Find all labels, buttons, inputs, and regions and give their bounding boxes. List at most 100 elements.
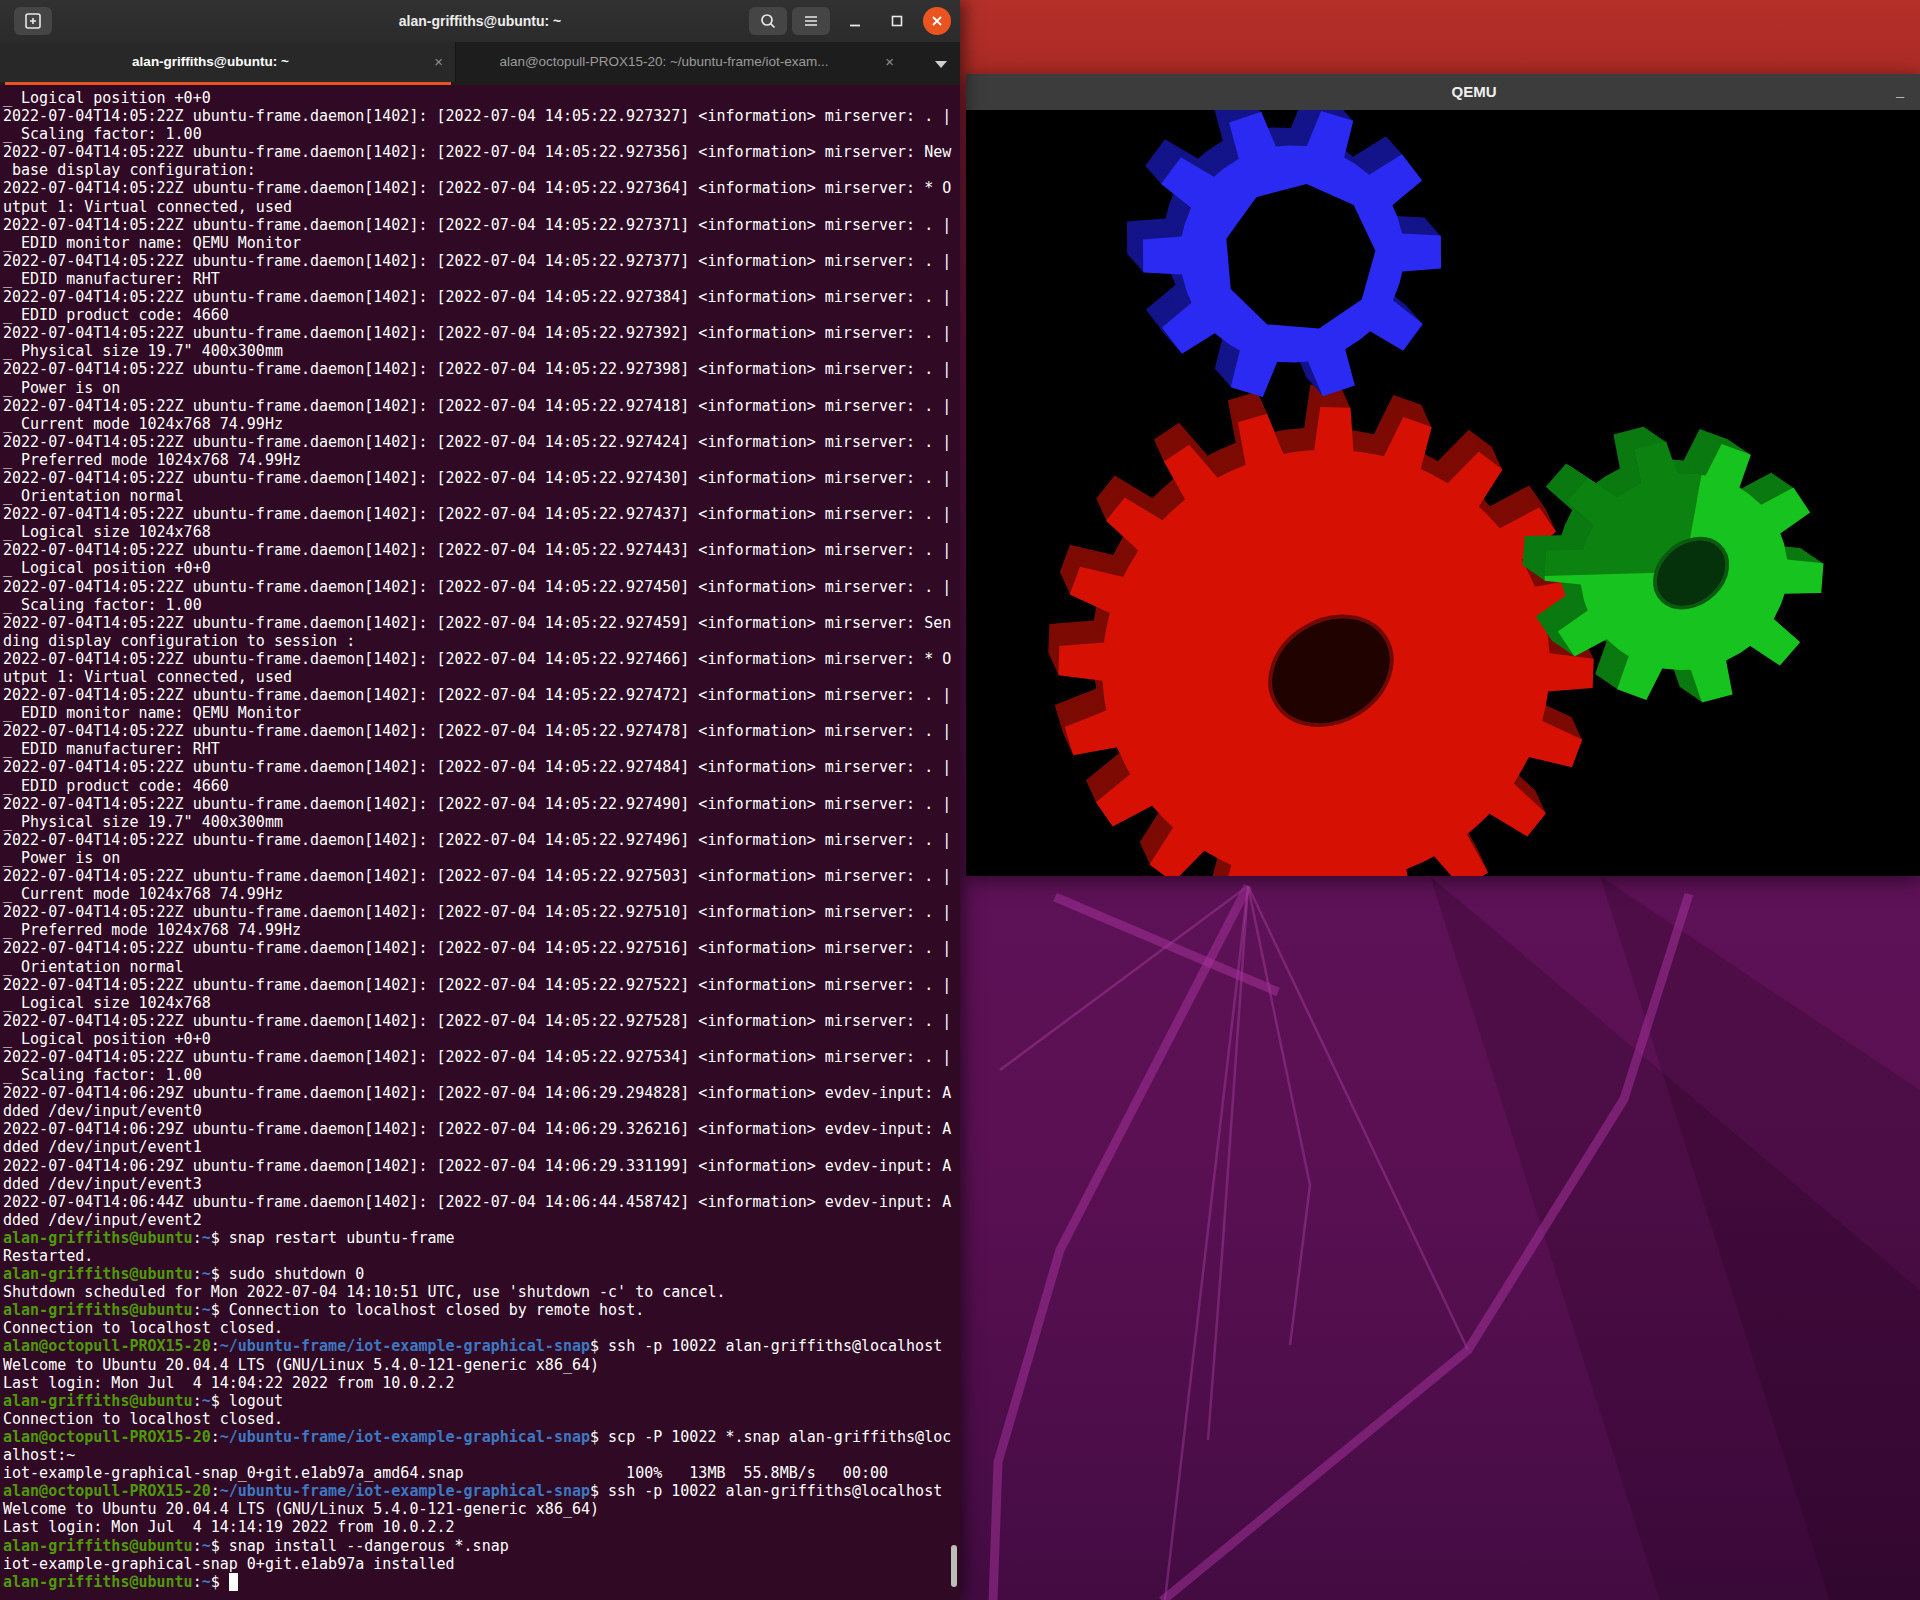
terminal-line: 2022-07-04T14:05:22Z ubuntu-frame.daemon…: [3, 650, 960, 668]
terminal-line: Shutdown scheduled for Mon 2022-07-04 14…: [3, 1283, 960, 1301]
qemu-display[interactable]: [966, 110, 1920, 876]
terminal-line: Last login: Mon Jul 4 14:04:22 2022 from…: [3, 1374, 960, 1392]
terminal-line: _ Current mode 1024x768 74.99Hz: [3, 415, 960, 433]
gear-red: [1016, 351, 1626, 876]
terminal-line: _ Logical position +0+0: [3, 1030, 960, 1048]
terminal-line: _ EDID monitor name: QEMU Monitor: [3, 704, 960, 722]
terminal-line: 2022-07-04T14:05:22Z ubuntu-frame.daemon…: [3, 179, 960, 197]
terminal-line: alan-griffiths@ubuntu:~$ logout: [3, 1392, 960, 1410]
terminal-line: base display configuration:: [3, 161, 960, 179]
terminal-line: 2022-07-04T14:06:29Z ubuntu-frame.daemon…: [3, 1157, 960, 1175]
tab-terminal-remote[interactable]: alan@octopull-PROX15-20: ~/ubuntu-frame/…: [455, 42, 906, 82]
terminal-line: _ Scaling factor: 1.00: [3, 125, 960, 143]
terminal-line: Last login: Mon Jul 4 14:14:19 2022 from…: [3, 1518, 960, 1536]
terminal-line: _ EDID manufacturer: RHT: [3, 740, 960, 758]
terminal-line: Welcome to Ubuntu 20.04.4 LTS (GNU/Linux…: [3, 1356, 960, 1374]
terminal-line: alan-griffiths@ubuntu:~$: [3, 1573, 960, 1591]
terminal-line: _ Logical size 1024x768: [3, 994, 960, 1012]
terminal-line: _ Orientation normal: [3, 487, 960, 505]
terminal-line: _ Preferred mode 1024x768 74.99Hz: [3, 451, 960, 469]
menu-button[interactable]: [792, 7, 830, 35]
tab-list-dropdown-icon[interactable]: [935, 61, 947, 68]
glxgears-scene: [966, 110, 1920, 876]
terminal-line: _ Current mode 1024x768 74.99Hz: [3, 885, 960, 903]
terminal-line: 2022-07-04T14:05:22Z ubuntu-frame.daemon…: [3, 976, 960, 994]
terminal-line: 2022-07-04T14:05:22Z ubuntu-frame.daemon…: [3, 1012, 960, 1030]
terminal-line: alan-griffiths@ubuntu:~$ snap install --…: [3, 1537, 960, 1555]
terminal-line: 2022-07-04T14:05:22Z ubuntu-frame.daemon…: [3, 831, 960, 849]
terminal-line: 2022-07-04T14:05:22Z ubuntu-frame.daemon…: [3, 469, 960, 487]
qemu-minimize-button[interactable]: _: [1896, 74, 1904, 106]
terminal-scrollbar-thumb[interactable]: [951, 1545, 957, 1587]
terminal-line: 2022-07-04T14:05:22Z ubuntu-frame.daemon…: [3, 288, 960, 306]
terminal-line: 2022-07-04T14:05:22Z ubuntu-frame.daemon…: [3, 360, 960, 378]
terminal-line: alan-griffiths@ubuntu:~$ sudo shutdown 0: [3, 1265, 960, 1283]
terminal-line: alhost:~: [3, 1446, 960, 1464]
terminal-line: _ Logical position +0+0: [3, 89, 960, 107]
tab-close-icon[interactable]: ×: [434, 42, 443, 82]
terminal-line: Restarted.: [3, 1247, 960, 1265]
maximize-button[interactable]: [882, 7, 912, 35]
terminal-line: 2022-07-04T14:05:22Z ubuntu-frame.daemon…: [3, 143, 960, 161]
terminal-line: dded /dev/input/event0: [3, 1102, 960, 1120]
terminal-line: 2022-07-04T14:05:22Z ubuntu-frame.daemon…: [3, 107, 960, 125]
terminal-line: 2022-07-04T14:05:22Z ubuntu-frame.daemon…: [3, 216, 960, 234]
tab-label: alan@octopull-PROX15-20: ~/ubuntu-frame/…: [456, 42, 872, 82]
terminal-line: Connection to localhost closed.: [3, 1319, 960, 1337]
terminal-line: iot-example-graphical-snap 0+git.e1ab97a…: [3, 1555, 960, 1573]
terminal-line: 2022-07-04T14:05:22Z ubuntu-frame.daemon…: [3, 324, 960, 342]
terminal-line: 2022-07-04T14:05:22Z ubuntu-frame.daemon…: [3, 758, 960, 776]
tab-terminal-local[interactable]: alan-griffiths@ubuntu: ~ ×: [0, 42, 455, 82]
terminal-line: 2022-07-04T14:05:22Z ubuntu-frame.daemon…: [3, 722, 960, 740]
terminal-line: dded /dev/input/event3: [3, 1175, 960, 1193]
tab-close-icon[interactable]: ×: [885, 42, 894, 82]
terminal-line: _ Physical size 19.7" 400x300mm: [3, 342, 960, 360]
close-button[interactable]: [923, 7, 951, 35]
close-icon: [930, 14, 944, 28]
terminal-line: Welcome to Ubuntu 20.04.4 LTS (GNU/Linux…: [3, 1500, 960, 1518]
terminal-titlebar[interactable]: alan-griffiths@ubuntu: ~: [0, 0, 960, 43]
terminal-line: 2022-07-04T14:05:22Z ubuntu-frame.daemon…: [3, 397, 960, 415]
terminal-line: _ Scaling factor: 1.00: [3, 1066, 960, 1084]
terminal-screen[interactable]: _ Logical position +0+02022-07-04T14:05:…: [0, 85, 960, 1600]
terminal-window: alan-griffiths@ubuntu: ~: [0, 0, 960, 1600]
qemu-titlebar[interactable]: QEMU _: [966, 74, 1920, 110]
terminal-line: 2022-07-04T14:05:22Z ubuntu-frame.daemon…: [3, 578, 960, 596]
terminal-line: _ Orientation normal: [3, 958, 960, 976]
terminal-line: 2022-07-04T14:05:22Z ubuntu-frame.daemon…: [3, 252, 960, 270]
terminal-line: Connection to localhost closed.: [3, 1410, 960, 1428]
terminal-line: _ EDID product code: 4660: [3, 777, 960, 795]
terminal-line: _ EDID product code: 4660: [3, 306, 960, 324]
terminal-line: ding display configuration to session :: [3, 632, 960, 650]
terminal-line: _ EDID monitor name: QEMU Monitor: [3, 234, 960, 252]
terminal-line: _ Power is on: [3, 379, 960, 397]
terminal-line: alan@octopull-PROX15-20:~/ubuntu-frame/i…: [3, 1482, 960, 1500]
tab-bar: alan-griffiths@ubuntu: ~ × alan@octopull…: [0, 42, 960, 85]
terminal-line: 2022-07-04T14:06:29Z ubuntu-frame.daemon…: [3, 1120, 960, 1138]
search-button[interactable]: [749, 7, 787, 35]
terminal-line: iot-example-graphical-snap_0+git.e1ab97a…: [3, 1464, 960, 1482]
tab-label: alan-griffiths@ubuntu: ~: [0, 42, 421, 82]
terminal-line: _ Logical position +0+0: [3, 559, 960, 577]
terminal-line: _ Logical size 1024x768: [3, 523, 960, 541]
qemu-window-title: QEMU: [1452, 74, 1497, 110]
terminal-line: dded /dev/input/event2: [3, 1211, 960, 1229]
terminal-line: alan-griffiths@ubuntu:~$ Connection to l…: [3, 1301, 960, 1319]
terminal-line: 2022-07-04T14:05:22Z ubuntu-frame.daemon…: [3, 867, 960, 885]
terminal-line: 2022-07-04T14:05:22Z ubuntu-frame.daemon…: [3, 939, 960, 957]
terminal-line: 2022-07-04T14:05:22Z ubuntu-frame.daemon…: [3, 795, 960, 813]
terminal-line: _ Physical size 19.7" 400x300mm: [3, 813, 960, 831]
minimize-button[interactable]: [840, 7, 870, 35]
hamburger-menu-icon: [802, 12, 820, 30]
terminal-line: 2022-07-04T14:05:22Z ubuntu-frame.daemon…: [3, 686, 960, 704]
terminal-line: 2022-07-04T14:05:22Z ubuntu-frame.daemon…: [3, 433, 960, 451]
terminal-line: _ Preferred mode 1024x768 74.99Hz: [3, 921, 960, 939]
terminal-line: 2022-07-04T14:05:22Z ubuntu-frame.daemon…: [3, 614, 960, 632]
terminal-line: utput 1: Virtual connected, used: [3, 668, 960, 686]
terminal-line: _ Scaling factor: 1.00: [3, 596, 960, 614]
terminal-line: dded /dev/input/event1: [3, 1138, 960, 1156]
gear-blue: [1087, 110, 1482, 440]
terminal-line: _ Power is on: [3, 849, 960, 867]
terminal-line: 2022-07-04T14:06:29Z ubuntu-frame.daemon…: [3, 1084, 960, 1102]
terminal-line: 2022-07-04T14:05:22Z ubuntu-frame.daemon…: [3, 505, 960, 523]
